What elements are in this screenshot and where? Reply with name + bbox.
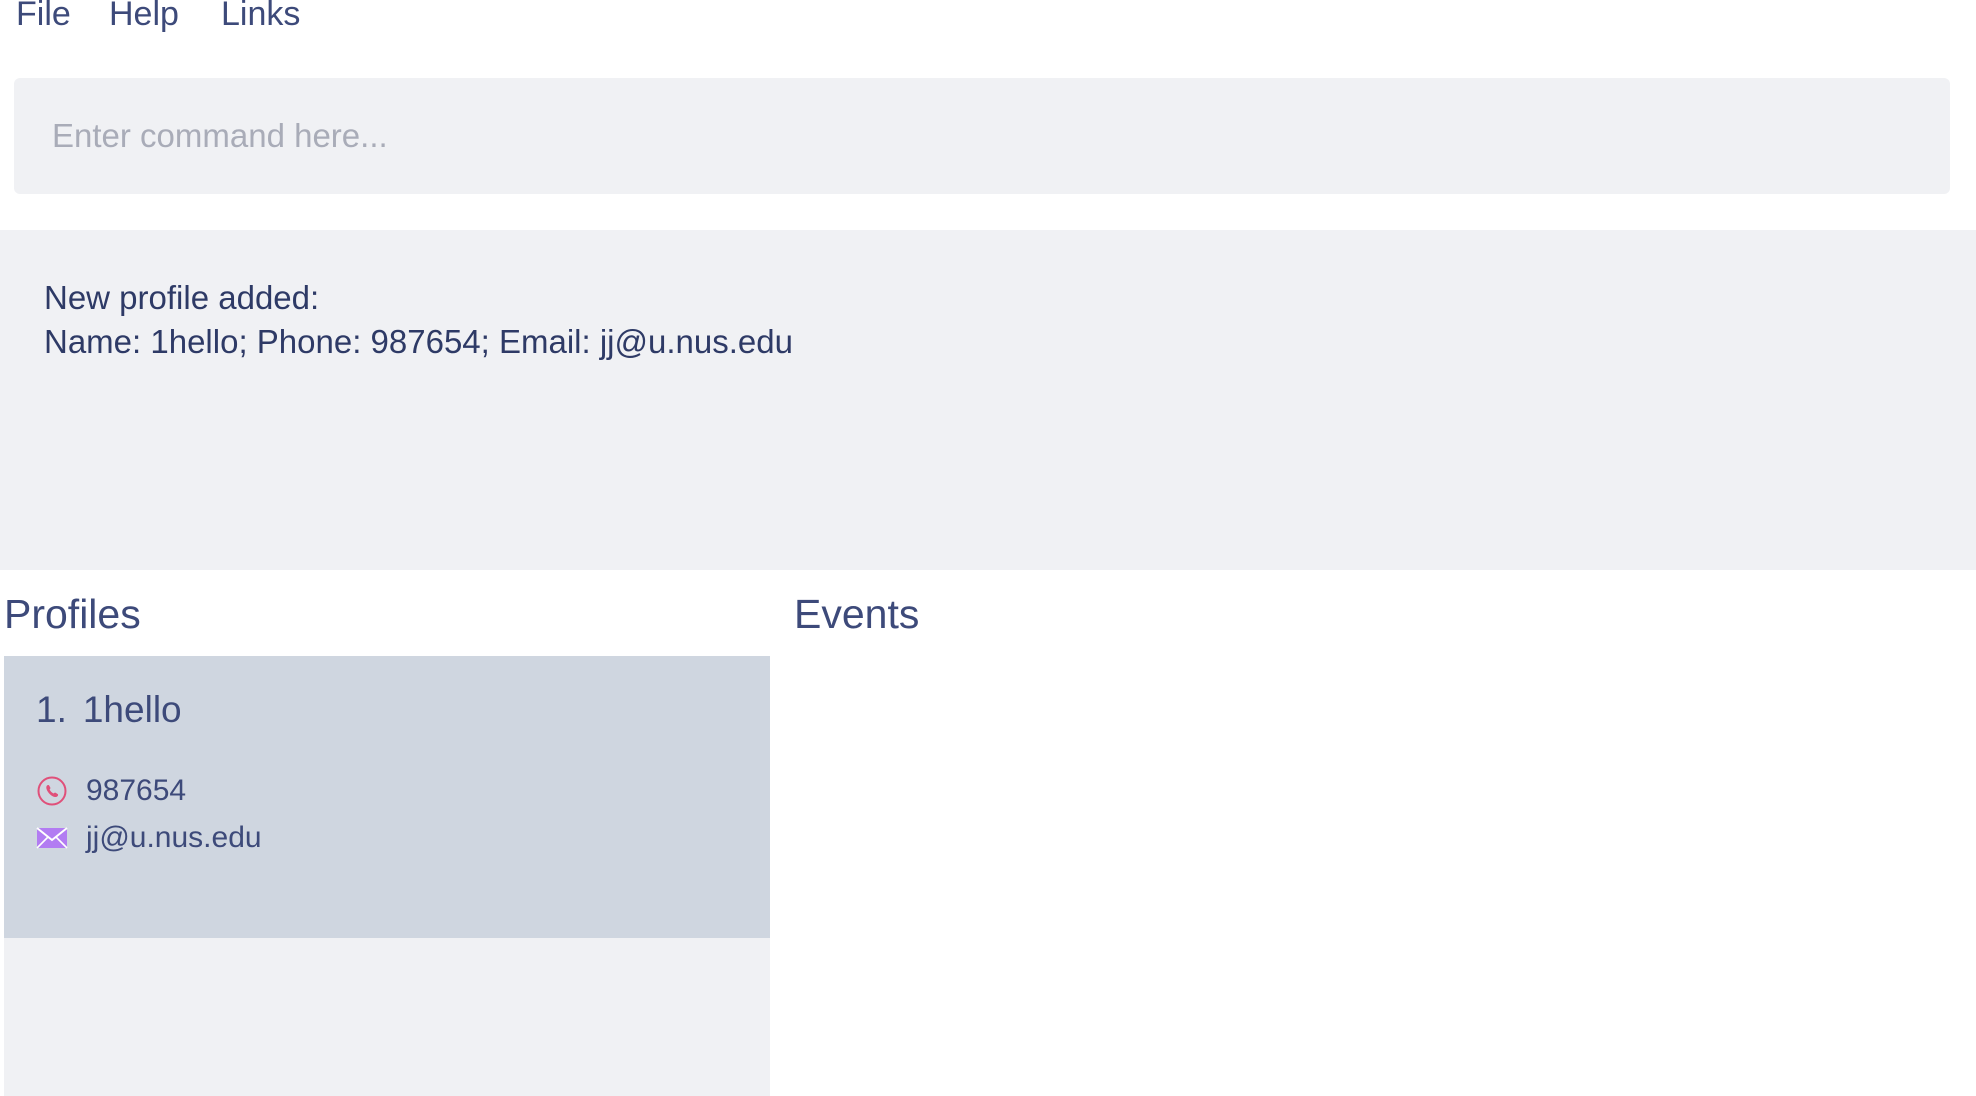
profiles-heading: Profiles: [4, 591, 141, 637]
profile-phone-row: 987654: [36, 773, 186, 809]
command-input[interactable]: [14, 78, 1950, 194]
menu-bar: File Help Links: [0, 0, 1976, 40]
menu-links[interactable]: Links: [221, 0, 300, 36]
phone-icon: [36, 775, 68, 807]
profile-email: jj@u.nus.edu: [86, 821, 262, 854]
command-box: [14, 78, 1950, 194]
profile-email-row: jj@u.nus.edu: [36, 820, 262, 856]
profile-name-text: 1hello: [82, 689, 182, 730]
result-message-details: Name: 1hello; Phone: 987654; Email: jj@u…: [44, 323, 793, 360]
profile-name: 1. 1hello: [36, 686, 182, 734]
menu-help[interactable]: Help: [109, 0, 179, 36]
profile-phone: 987654: [86, 774, 187, 807]
envelope-icon: [36, 822, 68, 854]
result-message-heading: New profile added:: [44, 279, 320, 316]
menu-file[interactable]: File: [16, 0, 71, 36]
profile-index: 1.: [36, 689, 67, 730]
events-heading: Events: [794, 591, 920, 637]
